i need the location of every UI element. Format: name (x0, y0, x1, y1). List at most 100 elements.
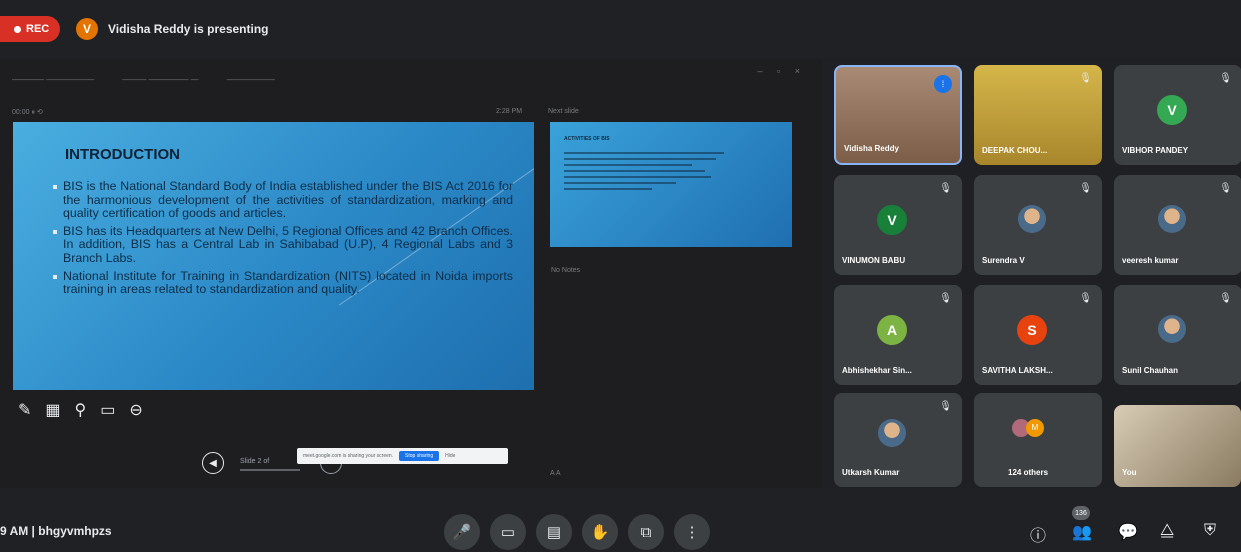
font-size-controls[interactable]: A A (550, 470, 561, 477)
people-count-badge: 136 (1072, 506, 1090, 520)
others-avatars: M (1012, 419, 1044, 437)
avatar: V (877, 205, 907, 235)
slides-grid-icon[interactable]: ▦ (45, 400, 60, 420)
camera-icon: ▭ (500, 524, 516, 541)
presenter-text: Vidisha Reddy is presenting (108, 22, 269, 36)
participant-tile-self[interactable]: You (1114, 405, 1241, 487)
people-icon[interactable]: 👥 (1072, 522, 1092, 542)
chevron-left-icon: ◀ (209, 457, 217, 469)
hand-icon: ✋ (590, 524, 610, 541)
participant-tile-vinumon[interactable]: 🎙 V VINUMON BABU (834, 175, 962, 275)
presenter-chip: V Vidisha Reddy is presenting (76, 16, 269, 42)
bottom-bar (0, 488, 1241, 552)
camera-button[interactable]: ▭ (490, 514, 526, 550)
mic-off-icon: 🎙 (1079, 183, 1092, 194)
participant-name: Abhishekhar Sin... (842, 366, 912, 375)
info-icon[interactable]: ⓘ (1030, 522, 1046, 546)
participant-tile-savitha[interactable]: 🎙 S SAVITHA LAKSH... (974, 285, 1102, 385)
avatar: V (1157, 95, 1187, 125)
participant-name: Utkarsh Kumar (842, 468, 900, 477)
more-vert-icon: ⋮ (684, 524, 700, 541)
present-screen-icon: ⧉ (640, 523, 652, 541)
avatar (1158, 315, 1186, 343)
meeting-info: 9 AM | bhgyvmhpzs (0, 524, 112, 538)
participant-tile-abhishekhar[interactable]: 🎙 A Abhishekhar Sin... (834, 285, 962, 385)
avatar (878, 419, 906, 447)
slide-timer: 00:00 ⏸ ⟲ (12, 109, 43, 116)
presenter-toolbar: ———— —————— ——— ————— — —————— (12, 70, 275, 88)
slide-title: INTRODUCTION (65, 146, 180, 163)
avatar: A (877, 315, 907, 345)
participant-name: Sunil Chauhan (1122, 366, 1178, 375)
slide-progress (240, 469, 300, 471)
presenter-avatar: V (76, 18, 98, 40)
participant-name: DEEPAK CHOU... (982, 146, 1048, 155)
more-icon[interactable]: ⊖ (129, 400, 142, 420)
window-controls[interactable]: – ▫ × (758, 66, 806, 76)
toolbar-item-1[interactable]: ———— —————— (12, 75, 94, 84)
participant-tile-veeresh[interactable]: 🎙 veeresh kumar (1114, 175, 1241, 275)
hide-banner-button[interactable]: Hide (445, 453, 455, 459)
participant-name: Surendra V (982, 256, 1025, 265)
participant-tile-surendra[interactable]: 🎙 Surendra V (974, 175, 1102, 275)
present-button[interactable]: ⧉ (628, 514, 664, 550)
toolbar-item-2[interactable]: ——— ————— — (122, 75, 198, 84)
host-controls-icon[interactable]: ⛨ (1204, 522, 1216, 540)
participant-tile-vidisha[interactable]: ⁞ Vidisha Reddy (834, 65, 962, 165)
chat-icon[interactable]: 💬 (1118, 522, 1138, 542)
recording-badge: REC (0, 16, 60, 42)
participant-name: Vidisha Reddy (844, 144, 899, 153)
speaker-notes: No Notes (551, 267, 581, 274)
slide-bullets: BIS is the National Standard Body of Ind… (53, 179, 513, 301)
mic-off-icon: 🎙 (1079, 73, 1092, 84)
zoom-icon[interactable]: ⚲ (75, 400, 87, 420)
mic-off-icon: 🎙 (1079, 293, 1092, 304)
current-slide: INTRODUCTION BIS is the National Standar… (13, 122, 534, 390)
clock-time: 2:28 PM (496, 108, 523, 115)
slide-counter: Slide 2 of (240, 458, 270, 465)
previous-slide-button[interactable]: ◀ (202, 452, 224, 474)
mic-off-icon: 🎙 (1219, 73, 1232, 84)
participant-name: 124 others (1008, 468, 1049, 477)
slide-bullet: National Institute for Training in Stand… (53, 269, 513, 297)
captions-icon: ▤ (546, 524, 562, 541)
captions-button[interactable]: ▤ (536, 514, 572, 550)
presentation-area: ———— —————— ——— ————— — —————— – ▫ × 00:… (0, 60, 822, 488)
stop-sharing-button[interactable]: Stop sharing (399, 451, 440, 461)
more-options-button[interactable]: ⋮ (674, 514, 710, 550)
share-banner-text: meet.google.com is sharing your screen. (303, 453, 394, 459)
raise-hand-button[interactable]: ✋ (582, 514, 618, 550)
slide-bullet: BIS is the National Standard Body of Ind… (53, 179, 513, 221)
participant-name: You (1122, 468, 1137, 477)
avatar: M (1026, 419, 1044, 437)
next-slide-lines (564, 152, 724, 194)
screen-icon[interactable]: ▭ (100, 400, 115, 420)
next-slide-preview[interactable]: ACTIVITIES OF BIS (550, 122, 792, 247)
record-dot-icon (14, 25, 21, 33)
next-slide-label: Next slide (548, 108, 579, 115)
mic-off-icon: 🎙 (1219, 293, 1232, 304)
mic-off-icon: 🎙 (939, 183, 952, 194)
activities-icon[interactable]: ⧋ (1160, 522, 1174, 540)
participant-tile-deepak[interactable]: 🎙 DEEPAK CHOU... (974, 65, 1102, 165)
participant-name: VIBHOR PANDEY (1122, 146, 1189, 155)
speaking-indicator-icon: ⁞ (934, 75, 952, 93)
participant-tile-others[interactable]: M 124 others (974, 393, 1102, 487)
mic-off-icon: 🎙 (1219, 183, 1232, 194)
participant-name: VINUMON BABU (842, 256, 906, 265)
microphone-icon: 🎤 (452, 524, 472, 541)
participant-tile-vibhor[interactable]: 🎙 V VIBHOR PANDEY (1114, 65, 1241, 165)
mic-button[interactable]: 🎤 (444, 514, 480, 550)
toolbar-item-3[interactable]: —————— (227, 75, 275, 84)
screen-share-banner: meet.google.com is sharing your screen. … (297, 448, 508, 464)
avatar: S (1017, 315, 1047, 345)
participant-tile-sunil[interactable]: 🎙 Sunil Chauhan (1114, 285, 1241, 385)
rec-label: REC (26, 23, 50, 35)
annotation-tools: ✎ ▦ ⚲ ▭ ⊖ (18, 400, 143, 420)
avatar (1158, 205, 1186, 233)
next-slide-title: ACTIVITIES OF BIS (564, 136, 610, 142)
pen-icon[interactable]: ✎ (18, 400, 31, 420)
participant-name: veeresh kumar (1122, 256, 1179, 265)
participant-tile-utkarsh[interactable]: 🎙 Utkarsh Kumar (834, 393, 962, 487)
participant-name: SAVITHA LAKSH... (982, 366, 1053, 375)
